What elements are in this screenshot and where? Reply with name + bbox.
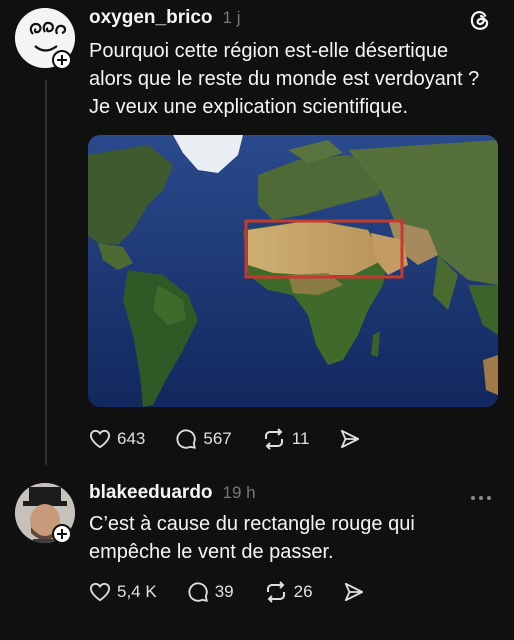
repost-count: 11 [291,429,310,448]
like-button[interactable]: 643 [89,429,145,449]
share-icon [344,582,363,602]
share-button[interactable] [343,582,365,602]
heart-icon [89,429,111,449]
repost-button[interactable]: 11 [262,428,310,450]
post2-time: 19 h [222,483,256,502]
post2-text-line: C’est à cause du rectangle rouge qui [89,513,415,535]
comment-icon [188,582,208,602]
comment-count: 39 [214,582,234,601]
post2-username[interactable]: blakeeduardo [89,482,213,504]
threads-logo-icon[interactable] [468,8,492,37]
thread-line [45,80,47,465]
comment-count: 567 [203,429,232,448]
post1-map-image[interactable] [88,135,498,407]
post1-text-line: Pourquoi cette région est-elle désertiqu… [89,40,449,62]
more-icon[interactable] [470,488,492,506]
repost-count: 26 [293,582,313,601]
repost-button[interactable]: 26 [264,581,313,603]
follow-plus-icon[interactable] [52,524,72,544]
repost-icon [266,581,285,603]
like-button[interactable]: 5,4 K [89,582,157,602]
post1-text-line: alors que le reste du monde est verdoyan… [89,68,480,90]
like-count: 5,4 K [117,582,157,601]
like-count: 643 [117,429,146,448]
post1-username[interactable]: oxygen_brico [89,7,213,29]
post2-text-line: empêche le vent de passer. [89,541,334,563]
post1-text-line: Je veux une explication scientifique. [89,96,409,118]
post2-text: C’est à cause du rectangle rouge qui emp… [89,510,509,566]
heart-icon [89,582,111,602]
post1-time: 1 j [222,8,241,27]
post1-text: Pourquoi cette région est-elle désertiqu… [89,37,509,121]
share-icon [341,429,360,449]
repost-icon [264,428,283,450]
comment-button[interactable]: 567 [175,428,232,450]
comment-icon [176,429,197,449]
comment-button[interactable]: 39 [187,581,234,603]
share-button[interactable] [339,429,361,449]
follow-plus-icon[interactable] [52,50,72,70]
